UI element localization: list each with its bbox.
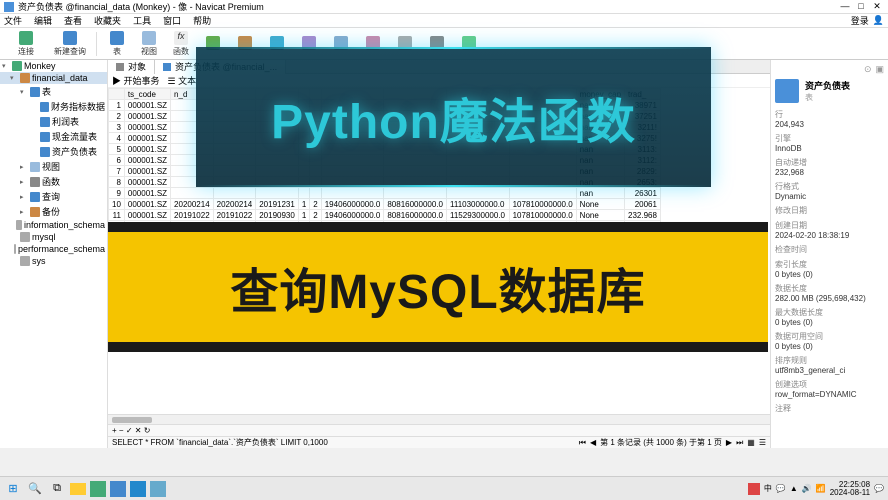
start-button[interactable]: ⊞ — [4, 480, 22, 498]
minimize-button[interactable]: — — [838, 1, 852, 12]
grid-toolbar: + − ✓ ✕ ↻ — [108, 424, 770, 436]
grid-view-icon[interactable]: ▦ — [747, 438, 755, 447]
nav-next-button[interactable]: ▶ — [726, 438, 732, 447]
ime-icon[interactable]: 中 — [764, 483, 772, 494]
table-button[interactable]: 表 — [103, 29, 131, 59]
menu-window[interactable]: 窗口 — [163, 14, 181, 27]
table-row[interactable]: 10000001.SZ20200214202002142019123112194… — [109, 199, 661, 210]
volume-icon[interactable]: 🔊 — [802, 484, 812, 493]
table-item[interactable]: 利润表 — [0, 114, 107, 129]
new-query-button[interactable]: 新建查询 — [50, 29, 90, 59]
queries-folder[interactable]: ▸查询 — [0, 189, 107, 204]
login-avatar-icon[interactable]: 👤 — [873, 15, 884, 26]
prop-title: 资产负债表 — [805, 79, 850, 92]
confirm-button[interactable]: ✓ — [126, 426, 133, 435]
column-header[interactable]: ts_code — [124, 89, 170, 100]
tray-icon[interactable]: 💬 — [776, 484, 786, 493]
menu-file[interactable]: 文件 — [4, 14, 22, 27]
table-icon — [775, 79, 799, 103]
menu-view[interactable]: 查看 — [64, 14, 82, 27]
record-info: 第 1 条记录 (共 1000 条) 于第 1 页 — [600, 437, 722, 448]
nav-last-button[interactable]: ⏭ — [736, 438, 743, 448]
wifi-icon[interactable]: 📶 — [816, 484, 826, 493]
close-panel-icon[interactable]: ▣ — [875, 64, 884, 75]
app-icon — [4, 2, 14, 12]
functions-folder[interactable]: ▸函数 — [0, 174, 107, 189]
connect-button[interactable]: 连接 — [6, 29, 46, 59]
tray-icon[interactable] — [748, 483, 760, 495]
views-folder[interactable]: ▸视图 — [0, 159, 107, 174]
app-3-icon[interactable] — [130, 481, 146, 497]
sysdb-node[interactable]: information_schema — [0, 219, 107, 231]
add-row-button[interactable]: + — [112, 426, 117, 435]
app-1-icon[interactable] — [90, 481, 106, 497]
refresh-button[interactable]: ↻ — [144, 426, 151, 435]
network-icon[interactable]: ▲ — [790, 484, 798, 493]
titlebar: 资产负债表 @financial_data (Monkey) - 像 - Nav… — [0, 0, 888, 14]
menubar: 文件 编辑 查看 收藏夹 工具 窗口 帮助 登录 👤 — [0, 14, 888, 28]
close-button[interactable]: ✕ — [870, 1, 884, 12]
login-link[interactable]: 登录 — [851, 14, 869, 27]
sidebar: ▾Monkey ▾financial_data ▾表 财务指标数据 利润表 现金… — [0, 60, 108, 448]
taskbar: ⊞ 🔍 ⧉ 中 💬 ▲ 🔊 📶 22:25:082024-08-11 💬 — [0, 476, 888, 500]
table-item[interactable]: 财务指标数据 — [0, 99, 107, 114]
column-header[interactable] — [109, 89, 125, 100]
table-item[interactable]: 资产负债表 — [0, 144, 107, 159]
window-title: 资产负债表 @financial_data (Monkey) - 像 - Nav… — [18, 0, 838, 13]
nav-prev-button[interactable]: ◀ — [590, 438, 596, 447]
text-mode-button[interactable]: ☰ 文本 — [168, 74, 197, 87]
maximize-button[interactable]: □ — [854, 1, 868, 12]
cancel-button[interactable]: ✕ — [135, 426, 142, 435]
overlay-banner-1: Python魔法函数 — [196, 47, 711, 187]
backup-folder[interactable]: ▸备份 — [0, 204, 107, 219]
sysdb-node[interactable]: mysql — [0, 231, 107, 243]
table-row[interactable]: 9000001.SZnan26301 — [109, 188, 661, 199]
pin-icon[interactable]: ⊙ — [864, 64, 872, 75]
view-button[interactable]: 视图 — [135, 29, 163, 59]
connection-node[interactable]: ▾Monkey — [0, 60, 107, 72]
menu-edit[interactable]: 编辑 — [34, 14, 52, 27]
menu-favorites[interactable]: 收藏夹 — [94, 14, 121, 27]
tables-folder[interactable]: ▾表 — [0, 84, 107, 99]
clock[interactable]: 22:25:082024-08-11 — [830, 481, 870, 497]
notifications-icon[interactable]: 💬 — [874, 484, 884, 493]
explorer-icon[interactable] — [70, 483, 86, 495]
properties-panel: ⊙▣ 资产负债表表 行204,943 引擎InnoDB 自动递增232,968 … — [770, 60, 888, 448]
search-icon[interactable]: 🔍 — [26, 480, 44, 498]
database-node[interactable]: ▾financial_data — [0, 72, 107, 84]
statusbar: SELECT * FROM `financial_data`.`资产负债表` L… — [108, 436, 770, 448]
task-view-icon[interactable]: ⧉ — [48, 480, 66, 498]
function-button[interactable]: fx函数 — [167, 29, 195, 59]
menu-tools[interactable]: 工具 — [133, 14, 151, 27]
horizontal-scrollbar[interactable] — [108, 414, 770, 424]
nav-first-button[interactable]: ⏮ — [579, 438, 586, 448]
form-view-icon[interactable]: ☰ — [759, 438, 766, 447]
app-2-icon[interactable] — [110, 481, 126, 497]
overlay-banner-2: 查询MySQL数据库 — [108, 222, 768, 352]
sysdb-node[interactable]: performance_schema — [0, 243, 107, 255]
app-4-icon[interactable] — [150, 481, 166, 497]
table-item[interactable]: 现金流量表 — [0, 129, 107, 144]
table-row[interactable]: 11000001.SZ20191022201910222019093012194… — [109, 210, 661, 221]
tab-objects[interactable]: 对象 — [108, 60, 155, 74]
delete-row-button[interactable]: − — [119, 426, 124, 435]
begin-transaction-button[interactable]: ▶ 开始事务 — [112, 74, 160, 87]
menu-help[interactable]: 帮助 — [193, 14, 211, 27]
sysdb-node[interactable]: sys — [0, 255, 107, 267]
sql-text: SELECT * FROM `financial_data`.`资产负债表` L… — [112, 437, 579, 448]
